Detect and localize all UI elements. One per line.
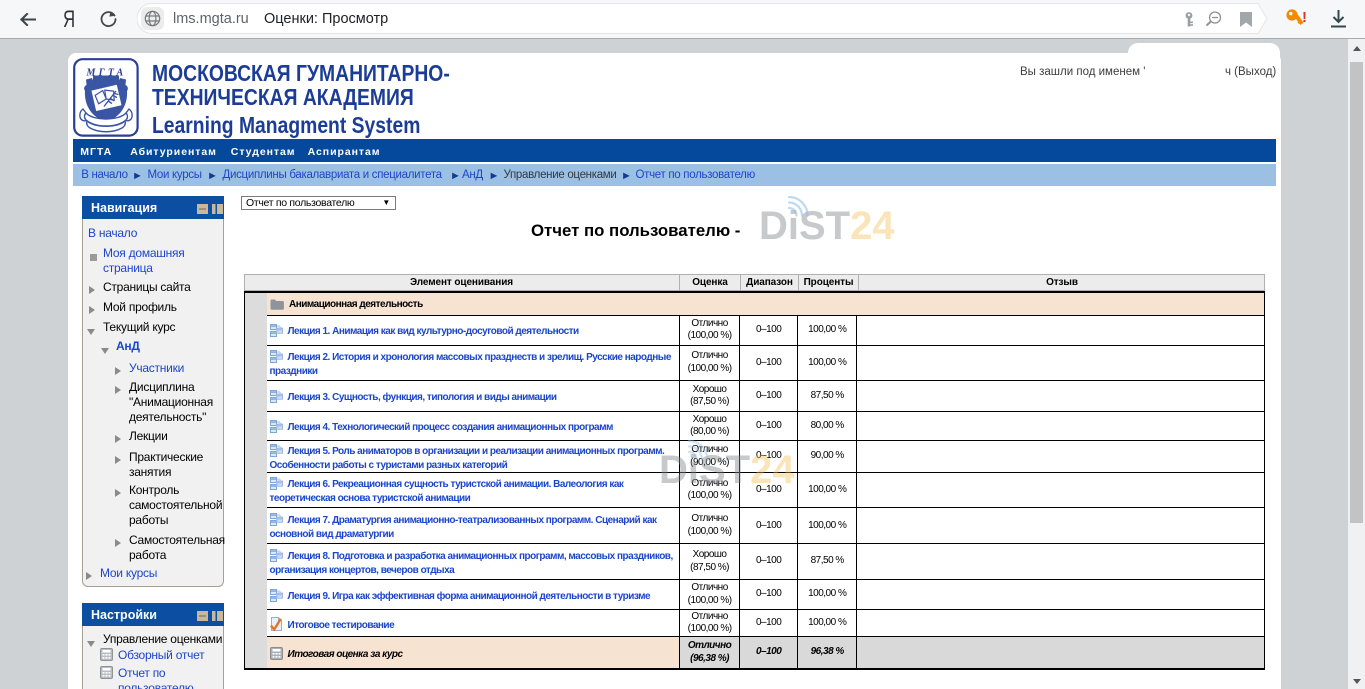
svg-text:!: ! [1302,9,1307,26]
